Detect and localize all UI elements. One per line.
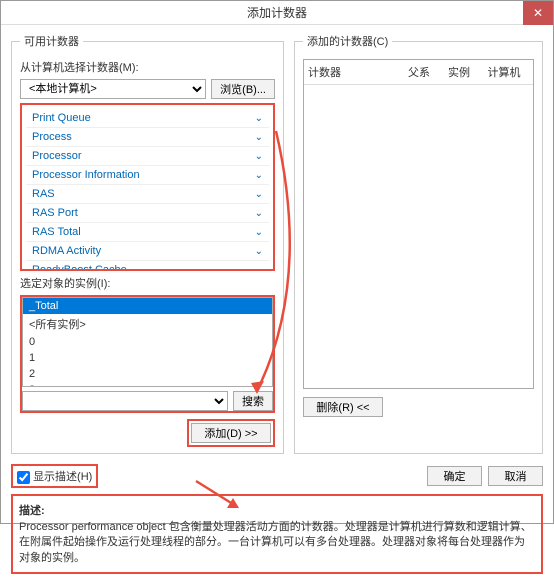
window: 添加计数器 ✕ 可用计数器 从计算机选择计数器(M): <本地计算机> 浏览(B… [0, 0, 554, 524]
instance-item[interactable]: 1 [23, 350, 272, 366]
description-box: 描述: Processor performance object 包含衡量处理器… [11, 494, 543, 574]
grid-header: 计数器 父系 实例 计算机 [304, 60, 533, 85]
instance-item[interactable]: 2 [23, 366, 272, 382]
instances-label: 选定对象的实例(I): [20, 275, 275, 291]
counter-item[interactable]: RDMA Activity⌄ [26, 242, 269, 261]
instance-item[interactable]: <所有实例> [23, 314, 272, 334]
titlebar: 添加计数器 ✕ [1, 1, 553, 25]
col-instance: 实例 [439, 64, 479, 80]
added-grid[interactable]: 计数器 父系 实例 计算机 [303, 59, 534, 389]
counter-item[interactable]: Print Queue⌄ [26, 109, 269, 128]
instance-item[interactable]: _Total [23, 298, 272, 314]
remove-button[interactable]: 删除(R) << [303, 397, 383, 417]
window-title: 添加计数器 [247, 4, 307, 21]
col-parent: 父系 [399, 64, 439, 80]
chevron-down-icon: ⌄ [255, 208, 263, 219]
available-legend: 可用计数器 [20, 33, 83, 49]
instances-list[interactable]: _Total <所有实例> 0 1 2 3 [22, 297, 273, 387]
machine-label: 从计算机选择计数器(M): [20, 59, 275, 75]
counter-list[interactable]: Print Queue⌄ Process⌄ Processor⌄ Process… [20, 103, 275, 271]
col-counter: 计数器 [308, 64, 399, 80]
cancel-button[interactable]: 取消 [488, 466, 543, 486]
show-desc-checkbox[interactable]: 显示描述(H) [17, 471, 92, 483]
close-button[interactable]: ✕ [523, 1, 553, 25]
chevron-down-icon: ⌄ [255, 113, 263, 124]
col-computer: 计算机 [479, 64, 529, 80]
content: 可用计数器 从计算机选择计数器(M): <本地计算机> 浏览(B)... Pri… [1, 25, 553, 460]
chevron-down-icon: ⌄ [255, 246, 263, 257]
close-icon: ✕ [533, 6, 543, 20]
add-button[interactable]: 添加(D) >> [191, 423, 271, 443]
counter-item[interactable]: Processor Information⌄ [26, 166, 269, 185]
ok-button[interactable]: 确定 [427, 466, 482, 486]
counter-item[interactable]: RAS⌄ [26, 185, 269, 204]
browse-button[interactable]: 浏览(B)... [211, 79, 275, 99]
instance-item[interactable]: 3 [23, 382, 272, 387]
instance-item[interactable]: 0 [23, 334, 272, 350]
counter-item[interactable]: Process⌄ [26, 128, 269, 147]
description-text: Processor performance object 包含衡量处理器活动方面… [19, 520, 535, 566]
chevron-down-icon: ⌄ [255, 151, 263, 162]
bottom-area: 显示描述(H) 确定 取消 描述: Processor performance … [1, 460, 553, 582]
counter-item[interactable]: RAS Total⌄ [26, 223, 269, 242]
instance-search-combo[interactable] [22, 391, 228, 411]
chevron-down-icon: ⌄ [255, 132, 263, 143]
show-desc-input[interactable] [17, 471, 30, 484]
chevron-down-icon: ⌄ [255, 265, 263, 272]
counter-item[interactable]: ReadyBoost Cache⌄ [26, 261, 269, 271]
search-button[interactable]: 搜索 [233, 391, 273, 411]
chevron-down-icon: ⌄ [255, 227, 263, 238]
counter-item[interactable]: Processor⌄ [26, 147, 269, 166]
chevron-down-icon: ⌄ [255, 170, 263, 181]
chevron-down-icon: ⌄ [255, 189, 263, 200]
available-counters-group: 可用计数器 从计算机选择计数器(M): <本地计算机> 浏览(B)... Pri… [11, 33, 284, 454]
added-legend: 添加的计数器(C) [303, 33, 392, 49]
description-label: 描述: [19, 502, 535, 518]
added-counters-group: 添加的计数器(C) 计数器 父系 实例 计算机 删除(R) << [294, 33, 543, 454]
machine-combo[interactable]: <本地计算机> [20, 79, 206, 99]
counter-item[interactable]: RAS Port⌄ [26, 204, 269, 223]
